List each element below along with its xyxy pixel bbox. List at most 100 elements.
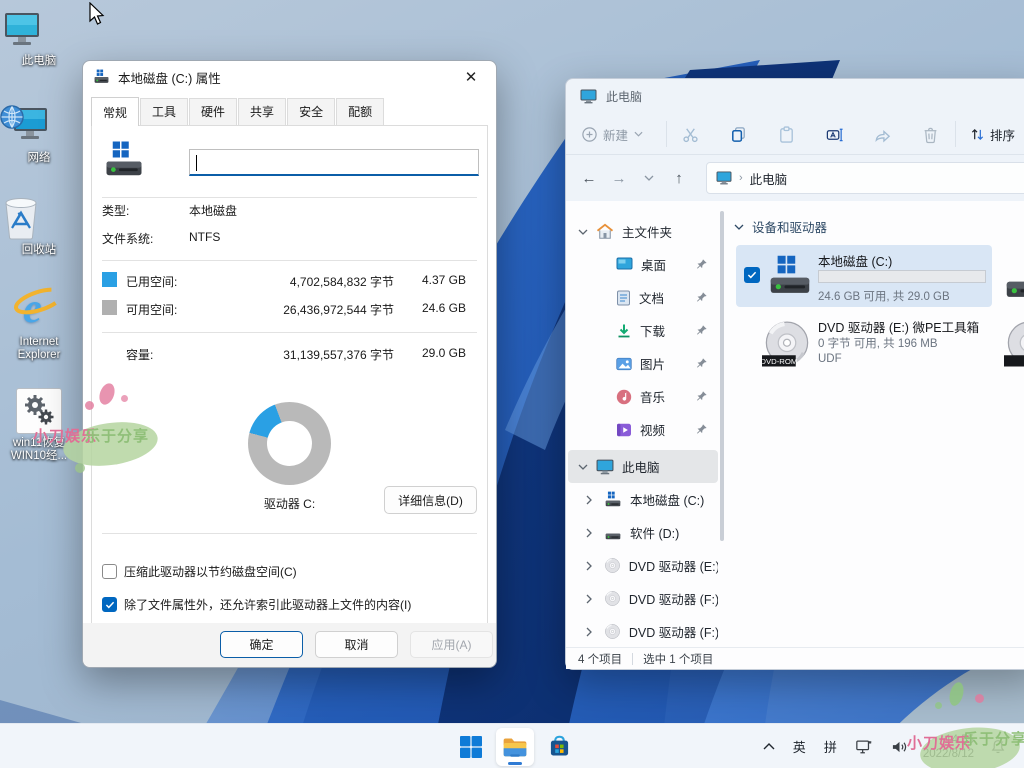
free-space-swatch bbox=[102, 300, 117, 315]
close-icon[interactable]: ✕ bbox=[456, 65, 486, 89]
compress-checkbox[interactable] bbox=[102, 564, 117, 579]
cancel-button[interactable]: 取消 bbox=[315, 631, 398, 658]
drive-name: DVD 驱动器 (E:) 微PE工具箱 bbox=[818, 317, 979, 336]
drive-c-icon bbox=[604, 491, 622, 508]
tab-tools[interactable]: 工具 bbox=[140, 98, 188, 125]
sidebar-item-music[interactable]: 音乐 bbox=[568, 380, 718, 413]
volume-label-input[interactable] bbox=[189, 149, 479, 176]
chevron-right-icon[interactable] bbox=[586, 594, 598, 604]
ime-language-indicator[interactable]: 英 bbox=[784, 728, 815, 766]
sidebar-item-documents[interactable]: 文档 bbox=[568, 281, 718, 314]
up-button[interactable]: ↑ bbox=[664, 170, 694, 187]
volume-icon[interactable] bbox=[882, 728, 917, 766]
copy-button[interactable] bbox=[727, 123, 749, 145]
desktop-icon-this-pc[interactable]: 此电脑 bbox=[0, 10, 78, 68]
cut-button[interactable] bbox=[679, 123, 701, 145]
sort-button[interactable]: 排序 bbox=[970, 121, 1015, 147]
check-icon bbox=[747, 271, 757, 279]
desktop-icon-win11-restore[interactable]: win11恢复WIN10经... bbox=[0, 388, 78, 463]
pictures-icon bbox=[616, 357, 632, 371]
back-button[interactable]: ← bbox=[574, 170, 604, 187]
group-header-devices[interactable]: 设备和驱动器 bbox=[734, 217, 827, 236]
music-icon bbox=[616, 389, 632, 405]
type-value: 本地磁盘 bbox=[189, 202, 237, 219]
toolbar-divider bbox=[955, 121, 956, 147]
chevron-down-icon bbox=[644, 175, 654, 181]
drive-caption: 驱动器 C: bbox=[208, 495, 371, 512]
tray-date: 2022/8/12 bbox=[923, 747, 974, 761]
sidebar-item-desktop[interactable]: 桌面 bbox=[568, 248, 718, 281]
sidebar-item-local-disk-c[interactable]: 本地磁盘 (C:) bbox=[568, 483, 718, 516]
sidebar-scrollbar[interactable] bbox=[720, 211, 724, 541]
taskbar-microsoft-store[interactable] bbox=[540, 728, 578, 766]
desktop-icon-internet-explorer[interactable]: e Internet Explorer bbox=[0, 281, 78, 362]
notification-bell-icon[interactable]: z bbox=[980, 728, 1016, 766]
explorer-titlebar[interactable]: 此电脑 bbox=[566, 79, 1024, 113]
drive-item-dvd-e[interactable]: DVD-ROM DVD 驱动器 (E:) 微PE工具箱 0 字节 可用, 共 1… bbox=[736, 313, 992, 375]
drive-icon-partial[interactable] bbox=[1004, 257, 1024, 301]
sidebar-item-home[interactable]: 主文件夹 bbox=[568, 215, 718, 248]
gears-icon bbox=[16, 388, 62, 434]
network-icon[interactable] bbox=[846, 728, 882, 766]
chevron-down-icon[interactable] bbox=[578, 229, 590, 235]
pin-icon bbox=[696, 291, 708, 303]
sidebar-item-drive-d[interactable]: 软件 (D:) bbox=[568, 516, 718, 549]
taskbar-clock[interactable]: 14:55 2022/8/12 bbox=[917, 733, 980, 761]
selected-count: 选中 1 个项目 bbox=[643, 651, 713, 667]
sidebar-item-videos[interactable]: 视频 bbox=[568, 413, 718, 446]
rename-button[interactable] bbox=[823, 123, 845, 145]
capacity-bar bbox=[818, 270, 986, 283]
apply-button[interactable]: 应用(A) bbox=[410, 631, 493, 658]
dialog-titlebar[interactable]: 本地磁盘 (C:) 属性 ✕ bbox=[83, 61, 496, 93]
explorer-body: 主文件夹 桌面 文档 下载 bbox=[566, 201, 1024, 647]
ok-button[interactable]: 确定 bbox=[220, 631, 303, 658]
taskbar-file-explorer[interactable] bbox=[496, 728, 534, 766]
drive-c-icon bbox=[768, 253, 812, 297]
tab-sharing[interactable]: 共享 bbox=[238, 98, 286, 125]
dialog-button-row: 确定 取消 应用(A) bbox=[83, 623, 496, 667]
sidebar-item-this-pc[interactable]: 此电脑 bbox=[568, 450, 718, 483]
chevron-right-icon[interactable] bbox=[586, 561, 598, 571]
compress-checkbox-row[interactable]: 压缩此驱动器以节约磁盘空间(C) bbox=[102, 563, 297, 580]
drive-filesystem: UDF bbox=[818, 353, 842, 365]
start-button[interactable] bbox=[452, 728, 490, 766]
index-checkbox-row[interactable]: 除了文件属性外，还允许索引此驱动器上文件的内容(I) bbox=[102, 596, 411, 613]
delete-button[interactable] bbox=[919, 123, 941, 145]
chevron-down-icon[interactable] bbox=[578, 464, 590, 470]
desktop-icon-recycle-bin[interactable]: 回收站 bbox=[0, 193, 78, 257]
tab-general[interactable]: 常规 bbox=[91, 97, 139, 126]
forward-button[interactable]: → bbox=[604, 170, 634, 187]
recent-locations-button[interactable] bbox=[634, 175, 664, 181]
share-button[interactable] bbox=[871, 123, 893, 145]
desktop-icon-network[interactable]: 网络 bbox=[0, 103, 78, 165]
tab-hardware[interactable]: 硬件 bbox=[189, 98, 237, 125]
chevron-right-icon[interactable] bbox=[586, 528, 598, 538]
selected-checkbox[interactable] bbox=[744, 267, 760, 283]
tab-quota[interactable]: 配额 bbox=[336, 98, 384, 125]
tab-security[interactable]: 安全 bbox=[287, 98, 335, 125]
desktop-icon-label: 网络 bbox=[0, 152, 78, 165]
sidebar-item-dvd-f[interactable]: DVD 驱动器 (F:) bbox=[568, 582, 718, 615]
used-space-label: 已用空间: bbox=[126, 273, 177, 290]
new-button[interactable]: 新建 bbox=[582, 121, 643, 147]
dvd-icon-partial[interactable] bbox=[1004, 319, 1024, 369]
content-pane: 设备和驱动器 本地磁盘 (C:) 24.6 GB 可用, 共 29.0 GB D bbox=[728, 201, 1024, 647]
chevron-right-icon[interactable] bbox=[586, 495, 598, 505]
drive-item-c[interactable]: 本地磁盘 (C:) 24.6 GB 可用, 共 29.0 GB bbox=[736, 245, 992, 307]
items-count: 4 个项目 bbox=[578, 651, 622, 667]
capacity-size: 29.0 GB bbox=[406, 346, 466, 360]
breadcrumb[interactable]: 此电脑 bbox=[750, 169, 788, 188]
ime-mode-indicator[interactable]: 拼 bbox=[815, 728, 846, 766]
hidden-icons-button[interactable] bbox=[754, 728, 784, 766]
chevron-right-icon[interactable] bbox=[586, 627, 598, 637]
sidebar-item-pictures[interactable]: 图片 bbox=[568, 347, 718, 380]
desktop-icon-label: 此电脑 bbox=[0, 55, 78, 68]
address-bar[interactable]: › 此电脑 bbox=[706, 162, 1024, 194]
sidebar-item-dvd-e[interactable]: DVD 驱动器 (E:) bbox=[568, 549, 718, 582]
sidebar-item-dvd-f2[interactable]: DVD 驱动器 (F:) bbox=[568, 615, 718, 647]
paste-button[interactable] bbox=[775, 123, 797, 145]
sidebar-item-downloads[interactable]: 下载 bbox=[568, 314, 718, 347]
index-checkbox[interactable] bbox=[102, 597, 117, 612]
drive-detail: 24.6 GB 可用, 共 29.0 GB bbox=[818, 288, 950, 304]
details-button[interactable]: 详细信息(D) bbox=[384, 486, 477, 514]
